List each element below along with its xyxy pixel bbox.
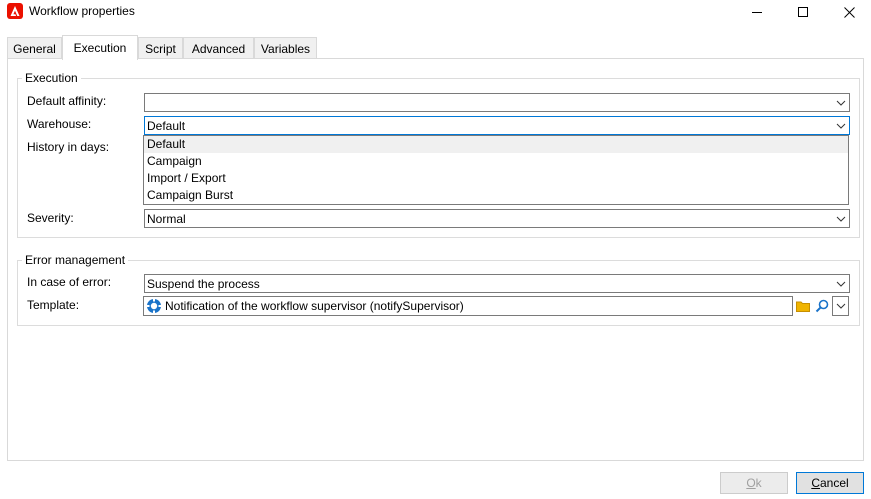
severity-value: Normal (147, 212, 186, 226)
template-dropdown-button[interactable] (832, 296, 849, 316)
tab-advanced[interactable]: Advanced (183, 37, 254, 59)
ok-button[interactable]: Ok (720, 472, 788, 494)
maximize-icon (798, 7, 808, 17)
warehouse-label: Warehouse: (27, 117, 92, 131)
in-case-of-error-label: In case of error: (27, 275, 112, 289)
tab-script[interactable]: Script (138, 37, 183, 59)
template-folder-button[interactable] (794, 296, 812, 316)
tab-variables[interactable]: Variables (254, 37, 317, 59)
close-button[interactable] (826, 0, 871, 24)
warehouse-option[interactable]: Default (144, 136, 848, 153)
minimize-icon (752, 12, 762, 13)
in-case-of-error-value: Suspend the process (147, 277, 260, 291)
cancel-mnemonic: C (811, 476, 820, 490)
warehouse-option[interactable]: Import / Export (144, 170, 848, 187)
window-title: Workflow properties (29, 4, 135, 18)
folder-icon (796, 301, 810, 312)
default-affinity-label: Default affinity: (27, 94, 107, 108)
minimize-button[interactable] (734, 0, 780, 24)
cancel-button[interactable]: Cancel (796, 472, 864, 494)
tab-execution[interactable]: Execution (62, 35, 138, 60)
chevron-down-icon[interactable] (833, 275, 849, 292)
chevron-down-icon (836, 303, 845, 309)
warehouse-combo[interactable]: Default (144, 116, 850, 135)
magnifier-icon (815, 299, 829, 313)
error-management-group: Error management In case of error: Suspe… (17, 253, 860, 326)
close-icon (843, 6, 855, 18)
adobe-campaign-icon (7, 3, 23, 19)
template-field[interactable]: Notification of the workflow supervisor … (143, 296, 793, 316)
template-search-button[interactable] (813, 296, 831, 316)
ok-mnemonic: O (746, 476, 756, 490)
severity-label: Severity: (27, 211, 74, 225)
error-management-legend: Error management (22, 253, 129, 267)
execution-legend: Execution (22, 71, 81, 85)
severity-combo[interactable]: Normal (144, 209, 850, 228)
template-value: Notification of the workflow supervisor … (165, 299, 464, 313)
chevron-down-icon[interactable] (833, 210, 849, 227)
tab-general[interactable]: General (7, 37, 62, 59)
warehouse-option[interactable]: Campaign Burst (144, 187, 848, 204)
template-label: Template: (27, 298, 80, 312)
ok-label-rest: k (755, 476, 762, 490)
maximize-button[interactable] (780, 0, 826, 24)
cancel-label-rest: ancel (819, 476, 849, 490)
chevron-down-icon[interactable] (833, 94, 849, 111)
default-affinity-combo[interactable] (144, 93, 850, 112)
warehouse-dropdown-list: Default Campaign Import / Export Campaig… (143, 135, 849, 205)
history-days-label: History in days: (27, 140, 110, 154)
workflow-template-icon (146, 298, 162, 314)
in-case-of-error-combo[interactable]: Suspend the process (144, 274, 850, 293)
title-bar: Workflow properties (0, 0, 871, 24)
warehouse-option[interactable]: Campaign (144, 153, 848, 170)
execution-tab-panel: Execution Default affinity: Warehouse: D… (7, 58, 864, 461)
warehouse-value: Default (147, 119, 186, 133)
chevron-down-icon[interactable] (833, 117, 849, 134)
